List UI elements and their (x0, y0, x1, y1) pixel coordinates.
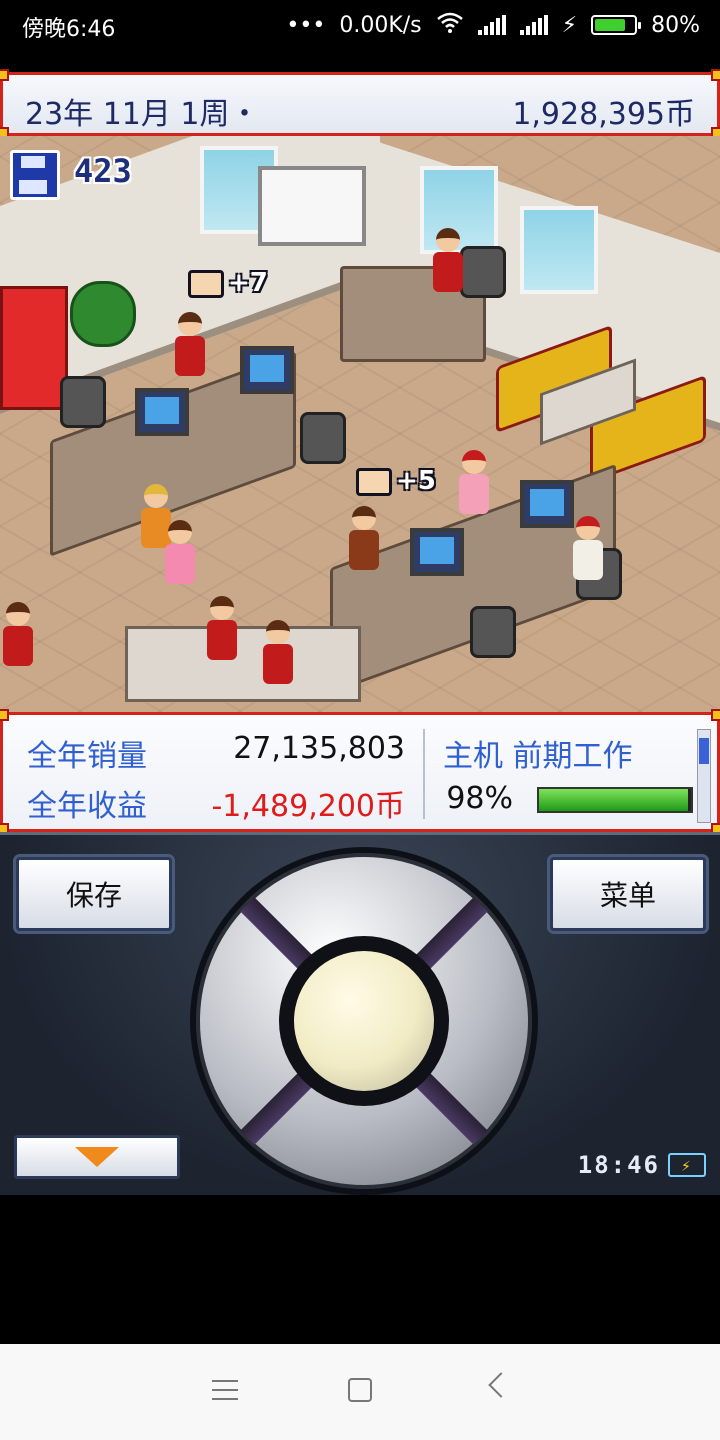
employee[interactable] (162, 520, 198, 590)
top-info-bar: 23年 11月 1周・ 1,928,395币 (0, 69, 720, 139)
battery-percent: 80% (651, 12, 700, 38)
money-amount: 1,928,395币 (512, 97, 695, 132)
receptionist[interactable] (204, 596, 240, 666)
battery-bolt-icon: ⚡ (668, 1153, 706, 1177)
receptionist[interactable] (260, 620, 296, 690)
hand-icon (356, 467, 392, 496)
project-label: 主机 前期工作 (443, 739, 633, 774)
clock-text: 18:46 (577, 1151, 660, 1179)
chair (300, 412, 346, 464)
annual-income-label: 全年收益 (27, 789, 147, 824)
productivity-bubble: +7 (188, 268, 268, 298)
chair (460, 246, 506, 298)
dpad[interactable] (196, 853, 532, 1189)
computer-monitor (410, 528, 464, 576)
signal-icon (477, 15, 506, 35)
employee[interactable] (456, 450, 492, 520)
network-speed: 0.00K/s (339, 12, 422, 38)
employee[interactable] (430, 228, 466, 298)
status-icons: ••• 0.00K/s ⚡ 80% (286, 11, 700, 39)
menu-button[interactable]: 菜单 (550, 857, 706, 931)
stats-panel[interactable]: 全年销量 27,135,803 全年收益 -1,489,200币 主机 前期工作… (0, 709, 720, 835)
action-button[interactable] (279, 936, 449, 1106)
employee[interactable] (346, 506, 382, 576)
navigation-bar (0, 1344, 720, 1440)
wifi-icon (436, 11, 464, 39)
vending-machine (0, 286, 68, 410)
signal-icon (519, 15, 548, 35)
dots-icon: ••• (286, 12, 326, 38)
computer-monitor (240, 346, 294, 394)
stats-scrollbar[interactable] (697, 729, 711, 823)
floppy-disk-icon (10, 150, 60, 200)
employee[interactable] (0, 602, 36, 672)
office-scene[interactable]: +7 +5 423 (0, 136, 720, 712)
menu-icon[interactable] (212, 1380, 238, 1402)
hand-icon (188, 269, 224, 298)
save-button[interactable]: 保存 (16, 857, 172, 931)
productivity-bubble: +5 (356, 466, 436, 496)
game-date: 23年 11月 1周・ (25, 97, 260, 132)
annual-sales-label: 全年销量 (27, 739, 147, 774)
charging-icon: ⚡ (561, 12, 578, 38)
employee[interactable] (570, 516, 606, 586)
computer-monitor (520, 480, 574, 528)
game-clock: 18:46 ⚡ (578, 1151, 706, 1179)
progress-text: 98% (446, 781, 513, 816)
whiteboard (258, 166, 366, 246)
status-time: 傍晚6:46 (22, 17, 116, 42)
annual-sales-value: 27,135,803 (233, 731, 405, 766)
home-icon[interactable] (348, 1378, 372, 1402)
computer-monitor (135, 388, 189, 436)
employee[interactable] (172, 312, 208, 382)
battery-icon (591, 15, 642, 35)
down-arrow-icon (75, 1147, 119, 1167)
potted-plant (70, 281, 136, 347)
window (520, 206, 598, 294)
back-icon[interactable] (488, 1372, 514, 1398)
reception-counter (125, 626, 361, 702)
progress-bar (537, 787, 693, 813)
controller-panel: 保存 菜单 18:46 ⚡ (0, 832, 720, 1195)
status-bar: 傍晚6:46 ••• 0.00K/s ⚡ 80% (0, 0, 720, 50)
chair (60, 376, 106, 428)
research-points: 423 (74, 152, 132, 190)
chair (470, 606, 516, 658)
scroll-down-button[interactable] (14, 1135, 180, 1179)
